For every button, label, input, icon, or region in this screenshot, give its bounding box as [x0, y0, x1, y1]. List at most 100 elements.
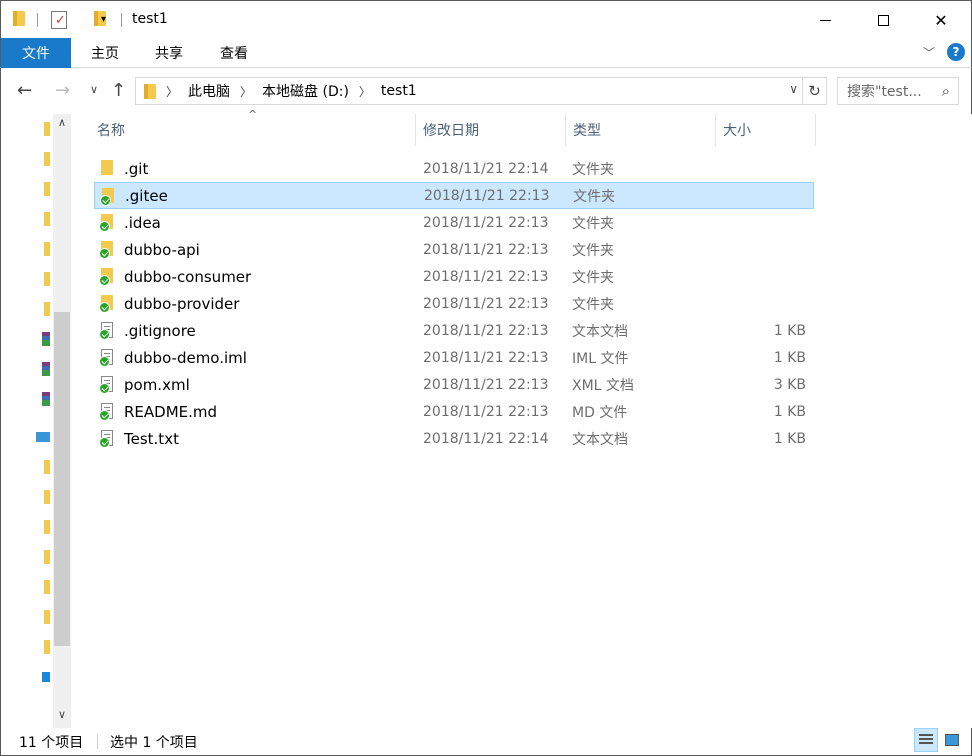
file-type: XML 文档	[572, 377, 634, 394]
divider	[37, 13, 38, 27]
column-header-type[interactable]: 类型	[573, 114, 601, 146]
file-date: 2018/11/21 22:13	[423, 349, 549, 366]
folder-icon[interactable]	[44, 580, 50, 594]
file-date: 2018/11/21 22:13	[423, 241, 549, 258]
folder-icon[interactable]	[44, 640, 50, 654]
folder-icon[interactable]	[44, 610, 50, 624]
archive-icon[interactable]	[42, 332, 50, 346]
file-row[interactable]: dubbo-api 2018/11/21 22:13 文件夹	[94, 236, 814, 263]
folder-icon[interactable]	[44, 122, 50, 136]
sync-ok-icon	[99, 410, 110, 421]
xml-file-icon	[99, 376, 115, 394]
column-divider[interactable]	[415, 114, 416, 146]
column-divider[interactable]	[815, 114, 816, 146]
file-name: README.md	[124, 402, 218, 421]
column-header-date[interactable]: 修改日期	[423, 114, 479, 146]
back-arrow-icon[interactable]: ←	[17, 80, 32, 101]
file-row[interactable]: .idea 2018/11/21 22:13 文件夹	[94, 209, 814, 236]
properties-icon[interactable]: ✓	[51, 11, 67, 29]
file-date: 2018/11/21 22:13	[423, 214, 549, 231]
column-header-size[interactable]: 大小	[723, 114, 751, 146]
help-icon[interactable]: ?	[947, 43, 965, 61]
scroll-up-icon[interactable]: ∧	[53, 116, 71, 129]
computer-icon[interactable]	[36, 432, 50, 442]
column-header-name[interactable]: 名称	[97, 114, 125, 146]
sync-ok-icon	[99, 221, 110, 232]
title-bar: ✓ ▾ test1 ✕	[0, 0, 972, 38]
chevron-right-icon[interactable]: 〉	[166, 83, 178, 100]
folder-icon[interactable]	[44, 182, 50, 196]
text-file-icon	[99, 322, 115, 340]
up-arrow-icon[interactable]: ↑	[111, 80, 126, 101]
tab-file[interactable]: 文件	[1, 38, 71, 68]
folder-icon[interactable]	[44, 302, 50, 316]
folder-icon[interactable]	[44, 152, 50, 166]
scroll-down-icon[interactable]: ∨	[53, 708, 71, 721]
folder-icon[interactable]	[44, 490, 50, 504]
customize-toolbar-icon[interactable]: ▾	[101, 14, 106, 25]
file-row[interactable]: dubbo-demo.iml 2018/11/21 22:13 IML 文件 1 KB	[94, 344, 814, 371]
file-row[interactable]: dubbo-consumer 2018/11/21 22:13 文件夹	[94, 263, 814, 290]
breadcrumb-this-pc[interactable]: 此电脑	[188, 81, 230, 101]
file-type: 文本文档	[572, 323, 628, 340]
file-row[interactable]: dubbo-provider 2018/11/21 22:13 文件夹	[94, 290, 814, 317]
file-icon	[99, 349, 115, 367]
tab-home[interactable]: 主页	[77, 38, 133, 68]
file-row[interactable]: .gitignore 2018/11/21 22:13 文本文档 1 KB	[94, 317, 814, 344]
tab-view[interactable]: 查看	[206, 38, 262, 68]
file-size: 1 KB	[773, 322, 806, 339]
close-button[interactable]: ✕	[912, 1, 970, 39]
chevron-right-icon[interactable]: 〉	[359, 83, 371, 100]
file-row[interactable]: Test.txt 2018/11/21 22:14 文本文档 1 KB	[94, 425, 814, 452]
file-date: 2018/11/21 22:14	[423, 430, 549, 447]
windows-icon[interactable]	[42, 672, 50, 682]
folder-icon	[99, 295, 115, 313]
tab-share[interactable]: 共享	[141, 38, 197, 68]
file-icon	[99, 403, 115, 421]
file-type: 文本文档	[572, 431, 628, 448]
file-name: pom.xml	[124, 375, 190, 394]
details-view-icon[interactable]	[914, 728, 938, 752]
expand-ribbon-icon[interactable]: ﹀	[923, 44, 935, 61]
breadcrumb-local-disk[interactable]: 本地磁盘 (D:)	[262, 81, 349, 101]
sync-ok-icon	[99, 275, 110, 286]
address-bar[interactable]: 〉 此电脑 〉 本地磁盘 (D:) 〉 test1 ∨	[135, 77, 803, 105]
folder-icon[interactable]	[44, 242, 50, 256]
maximize-button[interactable]	[854, 1, 912, 39]
folder-icon[interactable]	[44, 520, 50, 534]
refresh-icon[interactable]: ↻	[803, 77, 827, 105]
sync-ok-icon	[99, 383, 110, 394]
file-row[interactable]: .gitee 2018/11/21 22:13 文件夹	[94, 182, 814, 209]
minimize-button[interactable]	[796, 1, 854, 39]
archive-icon[interactable]	[42, 362, 50, 376]
file-name: .idea	[124, 213, 161, 232]
scroll-thumb[interactable]	[54, 312, 70, 646]
folder-icon[interactable]	[44, 212, 50, 226]
selection-count: 选中 1 个项目	[110, 735, 198, 751]
file-row[interactable]: .git 2018/11/21 22:14 文件夹	[94, 155, 814, 182]
file-row[interactable]: README.md 2018/11/21 22:13 MD 文件 1 KB	[94, 398, 814, 425]
sync-ok-icon	[99, 248, 110, 259]
ribbon-tabs: 文件 主页 共享 查看 ﹀ ?	[0, 38, 972, 68]
folder-icon[interactable]	[44, 272, 50, 286]
recent-locations-icon[interactable]: ∨	[90, 83, 98, 96]
folder-icon	[99, 268, 115, 286]
chevron-right-icon[interactable]: 〉	[240, 83, 252, 100]
chevron-down-icon[interactable]: ∨	[789, 82, 798, 96]
folder-icon	[99, 160, 115, 177]
column-divider[interactable]	[565, 114, 566, 146]
folder-icon[interactable]	[44, 550, 50, 564]
text-file-icon	[99, 430, 115, 448]
folder-icon	[99, 214, 115, 232]
search-input[interactable]: 搜索"test... ⌕	[837, 77, 959, 105]
nav-scrollbar[interactable]: ∧ ∨	[53, 114, 71, 728]
breadcrumb-test1[interactable]: test1	[381, 83, 417, 99]
archive-icon[interactable]	[42, 392, 50, 406]
forward-arrow-icon[interactable]: →	[55, 80, 70, 101]
file-date: 2018/11/21 22:13	[423, 268, 549, 285]
search-icon[interactable]: ⌕	[942, 82, 950, 100]
file-row[interactable]: pom.xml 2018/11/21 22:13 XML 文档 3 KB	[94, 371, 814, 398]
large-icons-view-icon[interactable]	[940, 728, 964, 752]
folder-icon[interactable]	[44, 460, 50, 474]
column-divider[interactable]	[715, 114, 716, 146]
